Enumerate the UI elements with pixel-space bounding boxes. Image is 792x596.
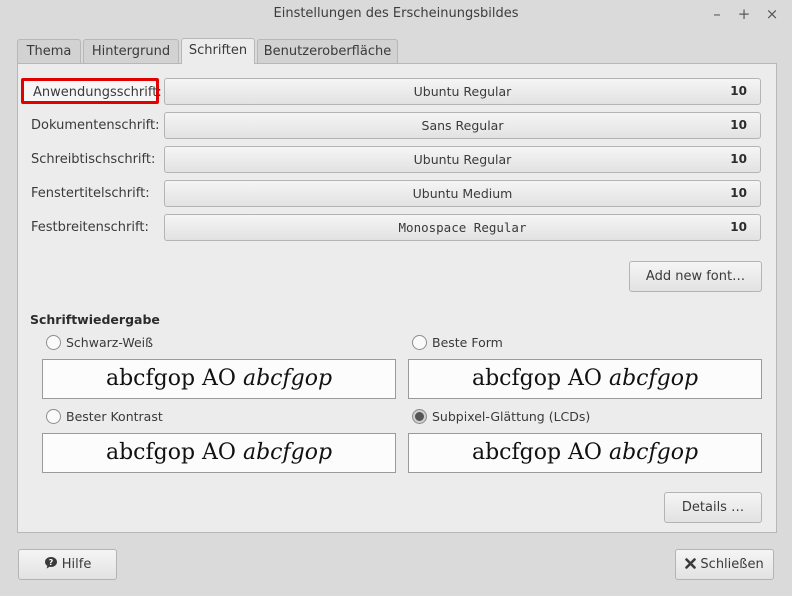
help-icon: ?	[44, 550, 58, 579]
font-size: 10	[730, 152, 747, 166]
font-name: Ubuntu Regular	[413, 84, 512, 99]
document-font-button[interactable]: Sans Regular 10	[164, 112, 761, 139]
radio-label[interactable]: Beste Form	[432, 335, 503, 350]
close-window-button[interactable]: ×	[763, 5, 781, 23]
application-font-button[interactable]: Ubuntu Regular 10	[164, 78, 761, 105]
preview-regular-text: abcfgop AO	[471, 366, 609, 391]
window-title-font-button[interactable]: Ubuntu Medium 10	[164, 180, 761, 207]
document-font-label: Dokumentenschrift:	[31, 118, 160, 133]
preview-regular-text: abcfgop AO	[471, 440, 609, 465]
close-button[interactable]: Schließen	[675, 549, 774, 580]
desktop-font-button[interactable]: Ubuntu Regular 10	[164, 146, 761, 173]
details-button[interactable]: Details …	[664, 492, 762, 523]
preview-regular-text: abcfgop AO	[105, 440, 243, 465]
add-new-font-button[interactable]: Add new font…	[629, 261, 762, 292]
close-label: Schließen	[700, 557, 764, 572]
font-preview: abcfgop AO abcfgop	[408, 359, 762, 399]
tab-schriften[interactable]: Schriften	[181, 38, 255, 64]
font-size: 10	[730, 220, 747, 234]
tab-benutzeroberflaeche[interactable]: Benutzeroberfläche	[257, 39, 398, 63]
font-size: 10	[730, 186, 747, 200]
close-icon	[685, 550, 697, 579]
radio-label[interactable]: Schwarz-Weiß	[66, 335, 153, 350]
monospace-font-button[interactable]: Monospace Regular 10	[164, 214, 761, 241]
font-size: 10	[730, 118, 747, 132]
fonts-panel: Anwendungsschrift: Ubuntu Regular 10 Dok…	[17, 63, 777, 533]
preview-italic-text: abcfgop	[242, 440, 333, 465]
help-button[interactable]: ? Hilfe	[18, 549, 117, 580]
tab-hintergrund[interactable]: Hintergrund	[83, 39, 179, 63]
tab-thema[interactable]: Thema	[17, 39, 81, 63]
title-bar: Einstellungen des Erscheinungsbildes – +…	[0, 0, 792, 28]
font-name: Ubuntu Medium	[412, 186, 513, 201]
monospace-font-label: Festbreitenschrift:	[31, 220, 149, 235]
svg-text:?: ?	[48, 558, 53, 567]
window-title: Einstellungen des Erscheinungsbildes	[273, 6, 519, 21]
rendering-section-title: Schriftwiedergabe	[30, 312, 160, 327]
font-name: Ubuntu Regular	[413, 152, 512, 167]
minimize-button[interactable]: –	[708, 5, 726, 23]
font-name: Sans Regular	[421, 118, 504, 133]
radio-subpixel-glaettung[interactable]	[412, 409, 427, 424]
font-name: Monospace Regular	[398, 220, 527, 235]
font-size: 10	[730, 84, 747, 98]
font-preview: abcfgop AO abcfgop	[42, 433, 396, 473]
help-label: Hilfe	[61, 557, 92, 572]
radio-label[interactable]: Bester Kontrast	[66, 409, 163, 424]
font-preview: abcfgop AO abcfgop	[408, 433, 762, 473]
radio-bester-kontrast[interactable]	[46, 409, 61, 424]
preview-italic-text: abcfgop	[242, 366, 333, 391]
font-preview: abcfgop AO abcfgop	[42, 359, 396, 399]
window-title-font-label: Fenstertitelschrift:	[31, 186, 150, 201]
application-font-label: Anwendungsschrift:	[21, 78, 162, 104]
preview-italic-text: abcfgop	[608, 366, 699, 391]
radio-beste-form[interactable]	[412, 335, 427, 350]
preview-italic-text: abcfgop	[608, 440, 699, 465]
maximize-button[interactable]: +	[735, 5, 753, 23]
preview-regular-text: abcfgop AO	[105, 366, 243, 391]
desktop-font-label: Schreibtischschrift:	[31, 152, 156, 167]
radio-label[interactable]: Subpixel-Glättung (LCDs)	[432, 409, 590, 424]
radio-schwarz-weiss[interactable]	[46, 335, 61, 350]
